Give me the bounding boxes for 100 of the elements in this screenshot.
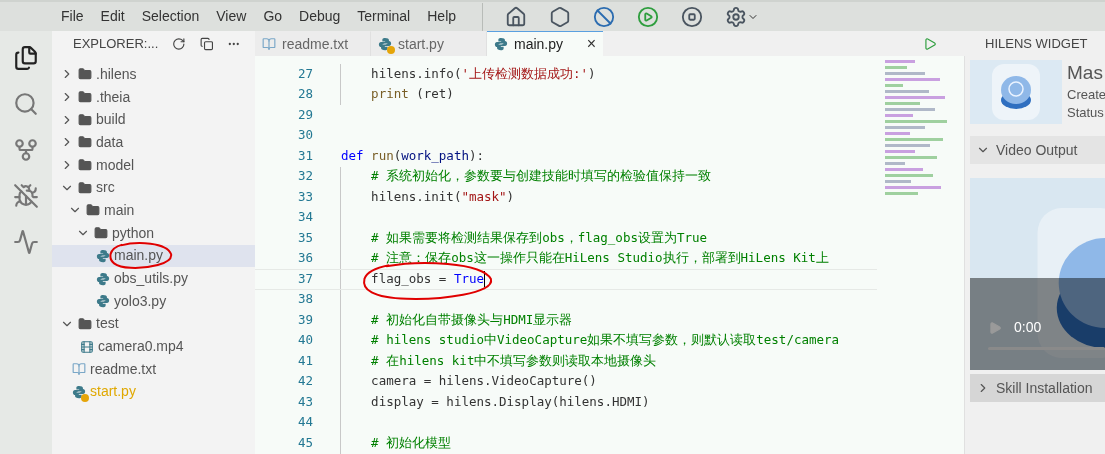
menu-item[interactable]: Debug <box>299 6 341 27</box>
activity-icon[interactable] <box>13 229 39 255</box>
code-token: # 系统初始化，参数要与创建技能时填写的检验值保持一致 <box>370 168 712 184</box>
skill-status: Status <box>1067 104 1105 122</box>
files-icon[interactable] <box>13 45 39 71</box>
line-number: 32 <box>296 167 313 186</box>
line-number: 34 <box>296 208 313 227</box>
tree-item[interactable]: .theia <box>52 85 255 109</box>
menu-item[interactable]: View <box>216 6 247 27</box>
code-token: True <box>453 270 484 286</box>
code-token: # hilens studio中VideoCapture如果不填写参数，则默认读取test/camera <box>370 332 840 348</box>
settings-icon <box>725 5 748 28</box>
tree-item[interactable]: main.py <box>52 244 255 268</box>
tree-item[interactable]: model <box>52 153 255 177</box>
home-icon[interactable] <box>505 5 528 28</box>
collapse-all-icon[interactable] <box>199 36 214 51</box>
text-file-icon <box>72 362 86 377</box>
folder-icon <box>78 158 92 173</box>
video-file-icon <box>80 339 94 354</box>
code-token: "mask" <box>461 188 507 204</box>
python-file-icon <box>96 271 110 286</box>
folder-icon <box>78 135 92 150</box>
code-token: print <box>370 86 409 102</box>
tree-item[interactable]: obs_utils.py <box>52 267 255 290</box>
hexagon-icon[interactable] <box>549 5 572 28</box>
python-file-icon <box>494 37 508 51</box>
explorer-title: EXPLORER:... <box>73 34 159 53</box>
menu-item[interactable]: Go <box>263 6 283 27</box>
line-number: 29 <box>296 105 313 124</box>
source-control-icon[interactable] <box>13 137 39 163</box>
line-number: 27 <box>296 64 313 83</box>
menu-item[interactable]: Terminal <box>357 6 411 27</box>
search-icon[interactable] <box>13 91 39 117</box>
python-warning-icon <box>378 37 392 51</box>
tree-item[interactable]: camera0.mp4 <box>52 335 255 358</box>
menu-item[interactable]: File <box>61 6 84 27</box>
blocked-circle-icon[interactable] <box>593 5 616 28</box>
line-number: 28 <box>296 85 313 104</box>
tree-item[interactable]: build <box>52 108 255 132</box>
run-icon[interactable] <box>637 5 660 28</box>
line-number: 36 <box>296 249 313 268</box>
line-number: 35 <box>296 228 313 247</box>
line-number: 45 <box>296 433 313 452</box>
refresh-icon[interactable] <box>172 36 186 51</box>
tree-item[interactable]: data <box>52 131 255 154</box>
python-file-icon <box>96 248 110 263</box>
editor-tab[interactable]: readme.txt <box>255 31 371 56</box>
editor-tab[interactable]: start.py <box>371 31 487 56</box>
code-token: ( <box>393 147 402 163</box>
skill-created: Create <box>1067 86 1105 104</box>
text-cursor <box>484 271 485 288</box>
line-number: 44 <box>296 413 313 432</box>
tree-item[interactable]: main <box>52 199 255 222</box>
code-token: display = hilens.Display(hilens.HDMI) <box>370 393 650 409</box>
folder-icon <box>94 226 108 241</box>
tree-item[interactable]: src <box>52 176 255 200</box>
folder-icon <box>78 67 92 82</box>
code-token: flag_obs = <box>370 270 448 286</box>
section-header[interactable]: Video Output <box>970 136 1105 164</box>
skill-name: Mas <box>1067 61 1104 85</box>
folder-icon <box>78 180 92 195</box>
settings-dropdown[interactable] <box>725 5 760 28</box>
line-number: 39 <box>296 310 313 329</box>
line-number: 33 <box>296 187 313 206</box>
code-token: work_path <box>401 147 469 163</box>
code-token: # 初始化模型 <box>370 434 452 450</box>
menu-item[interactable]: Help <box>427 6 457 27</box>
tree-item[interactable]: test <box>52 312 255 336</box>
line-number: 41 <box>296 351 313 370</box>
python-file-icon <box>96 294 110 309</box>
editor-tab[interactable]: main.py × <box>487 31 603 56</box>
panel-title: HILENS WIDGET <box>984 34 1089 53</box>
video-time: 0:00 <box>1014 318 1042 337</box>
debug-icon[interactable] <box>13 183 39 209</box>
line-number: 31 <box>296 146 313 165</box>
code-token: # 如果需要将检测结果保存到obs，flag_obs设置为True <box>370 229 708 245</box>
code-token: ): <box>468 147 484 163</box>
folder-icon <box>78 316 92 331</box>
code-token: ) <box>506 188 515 204</box>
run-icon[interactable] <box>923 36 937 51</box>
python-warning-icon <box>72 384 86 399</box>
section-header[interactable]: Skill Installation <box>970 374 1105 402</box>
tree-item[interactable]: yolo3.py <box>52 289 255 313</box>
menu-item[interactable]: Edit <box>100 6 125 27</box>
tree-item[interactable]: .hilens <box>52 63 255 86</box>
code-token: # 初始化自带摄像头与HDMI显示器 <box>370 311 573 327</box>
stop-icon[interactable] <box>681 5 704 28</box>
close-icon[interactable]: × <box>586 32 596 56</box>
line-number: 38 <box>296 290 313 309</box>
code-token: (ret) <box>415 86 454 102</box>
folder-icon <box>86 203 100 218</box>
code-token: ) <box>588 65 596 81</box>
code-token: '上传检测数据成功:' <box>461 65 588 81</box>
line-number: 42 <box>296 372 313 391</box>
menu-item[interactable]: Selection <box>141 6 200 27</box>
code-token: run <box>371 147 394 163</box>
tree-item[interactable]: python <box>52 221 255 245</box>
code-token: def <box>341 147 365 163</box>
tree-item[interactable]: readme.txt <box>52 357 255 381</box>
code-token: hilens.init( <box>370 188 462 204</box>
